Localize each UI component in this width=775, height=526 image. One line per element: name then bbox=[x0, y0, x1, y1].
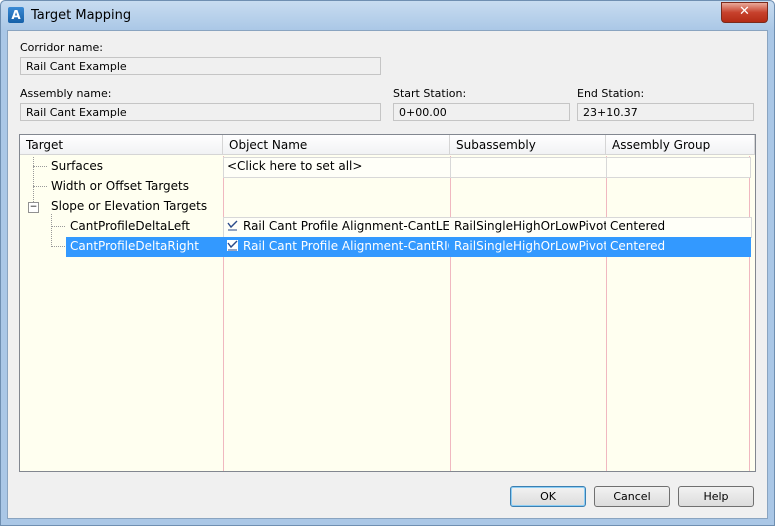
column-divider bbox=[223, 156, 224, 471]
help-button[interactable]: Help bbox=[678, 486, 754, 507]
subassembly-cell: RailSingleHighOrLowPivot bbox=[454, 219, 606, 233]
assembly-name-label: Assembly name: bbox=[20, 87, 112, 100]
tree-line bbox=[33, 157, 34, 208]
autocad-app-icon: A bbox=[8, 7, 24, 23]
corridor-name-label: Corridor name: bbox=[20, 41, 103, 54]
group-cell bbox=[606, 157, 751, 178]
start-station-label: Start Station: bbox=[393, 87, 467, 100]
tree-line bbox=[51, 226, 65, 227]
close-button[interactable]: ✕ bbox=[721, 2, 768, 23]
column-divider bbox=[749, 156, 750, 471]
alignment-profile-icon bbox=[227, 240, 238, 251]
object-name-text: Rail Cant Profile Alignment-CantRIG... bbox=[243, 239, 449, 253]
column-header-target[interactable]: Target bbox=[20, 135, 223, 155]
object-name-cell[interactable]: Rail Cant Profile Alignment-CantRIG... bbox=[224, 236, 449, 256]
dialog-title: Target Mapping bbox=[31, 8, 132, 23]
tree-line bbox=[51, 214, 52, 247]
object-name-cell[interactable]: Rail Cant Profile Alignment-CantLEFT bbox=[224, 216, 449, 236]
assembly-group-cell: Centered bbox=[610, 239, 666, 253]
tree-line bbox=[51, 246, 65, 247]
tree-line bbox=[33, 186, 47, 187]
cancel-button[interactable]: Cancel bbox=[594, 486, 670, 507]
column-header-object-name[interactable]: Object Name bbox=[223, 135, 450, 155]
column-divider bbox=[606, 156, 607, 471]
tree-item-cant-profile-delta-right[interactable]: CantProfileDeltaRight bbox=[70, 236, 199, 256]
tree-line bbox=[33, 166, 47, 167]
end-station-field: 23+10.37 bbox=[577, 103, 754, 121]
ok-button[interactable]: OK bbox=[510, 486, 586, 507]
tree-item-slope-elevation-targets[interactable]: Slope or Elevation Targets bbox=[51, 196, 207, 216]
end-station-label: End Station: bbox=[577, 87, 645, 100]
start-station-field: 0+00.00 bbox=[393, 103, 570, 121]
collapse-toggle-icon[interactable]: − bbox=[28, 202, 39, 213]
object-name-text: Rail Cant Profile Alignment-CantLEFT bbox=[243, 219, 449, 233]
tree-item-surfaces[interactable]: Surfaces bbox=[51, 156, 103, 176]
assembly-name-field: Rail Cant Example bbox=[20, 103, 381, 121]
subassembly-cell bbox=[450, 157, 608, 178]
column-header-assembly-group[interactable]: Assembly Group bbox=[606, 135, 755, 155]
alignment-profile-icon bbox=[227, 220, 238, 231]
column-header-subassembly[interactable]: Subassembly bbox=[450, 135, 606, 155]
tree-item-cant-profile-delta-left[interactable]: CantProfileDeltaLeft bbox=[70, 216, 190, 236]
title-bar[interactable]: A Target Mapping ✕ bbox=[1, 1, 774, 31]
corridor-name-field: Rail Cant Example bbox=[20, 57, 381, 75]
target-mapping-grid: Target Object Name Subassembly Assembly … bbox=[19, 134, 756, 472]
assembly-group-cell: Centered bbox=[610, 219, 666, 233]
set-all-link[interactable]: <Click here to set all> bbox=[224, 156, 449, 176]
tree-item-width-offset-targets[interactable]: Width or Offset Targets bbox=[51, 176, 189, 196]
column-divider bbox=[450, 156, 451, 471]
subassembly-cell: RailSingleHighOrLowPivot bbox=[454, 239, 606, 253]
